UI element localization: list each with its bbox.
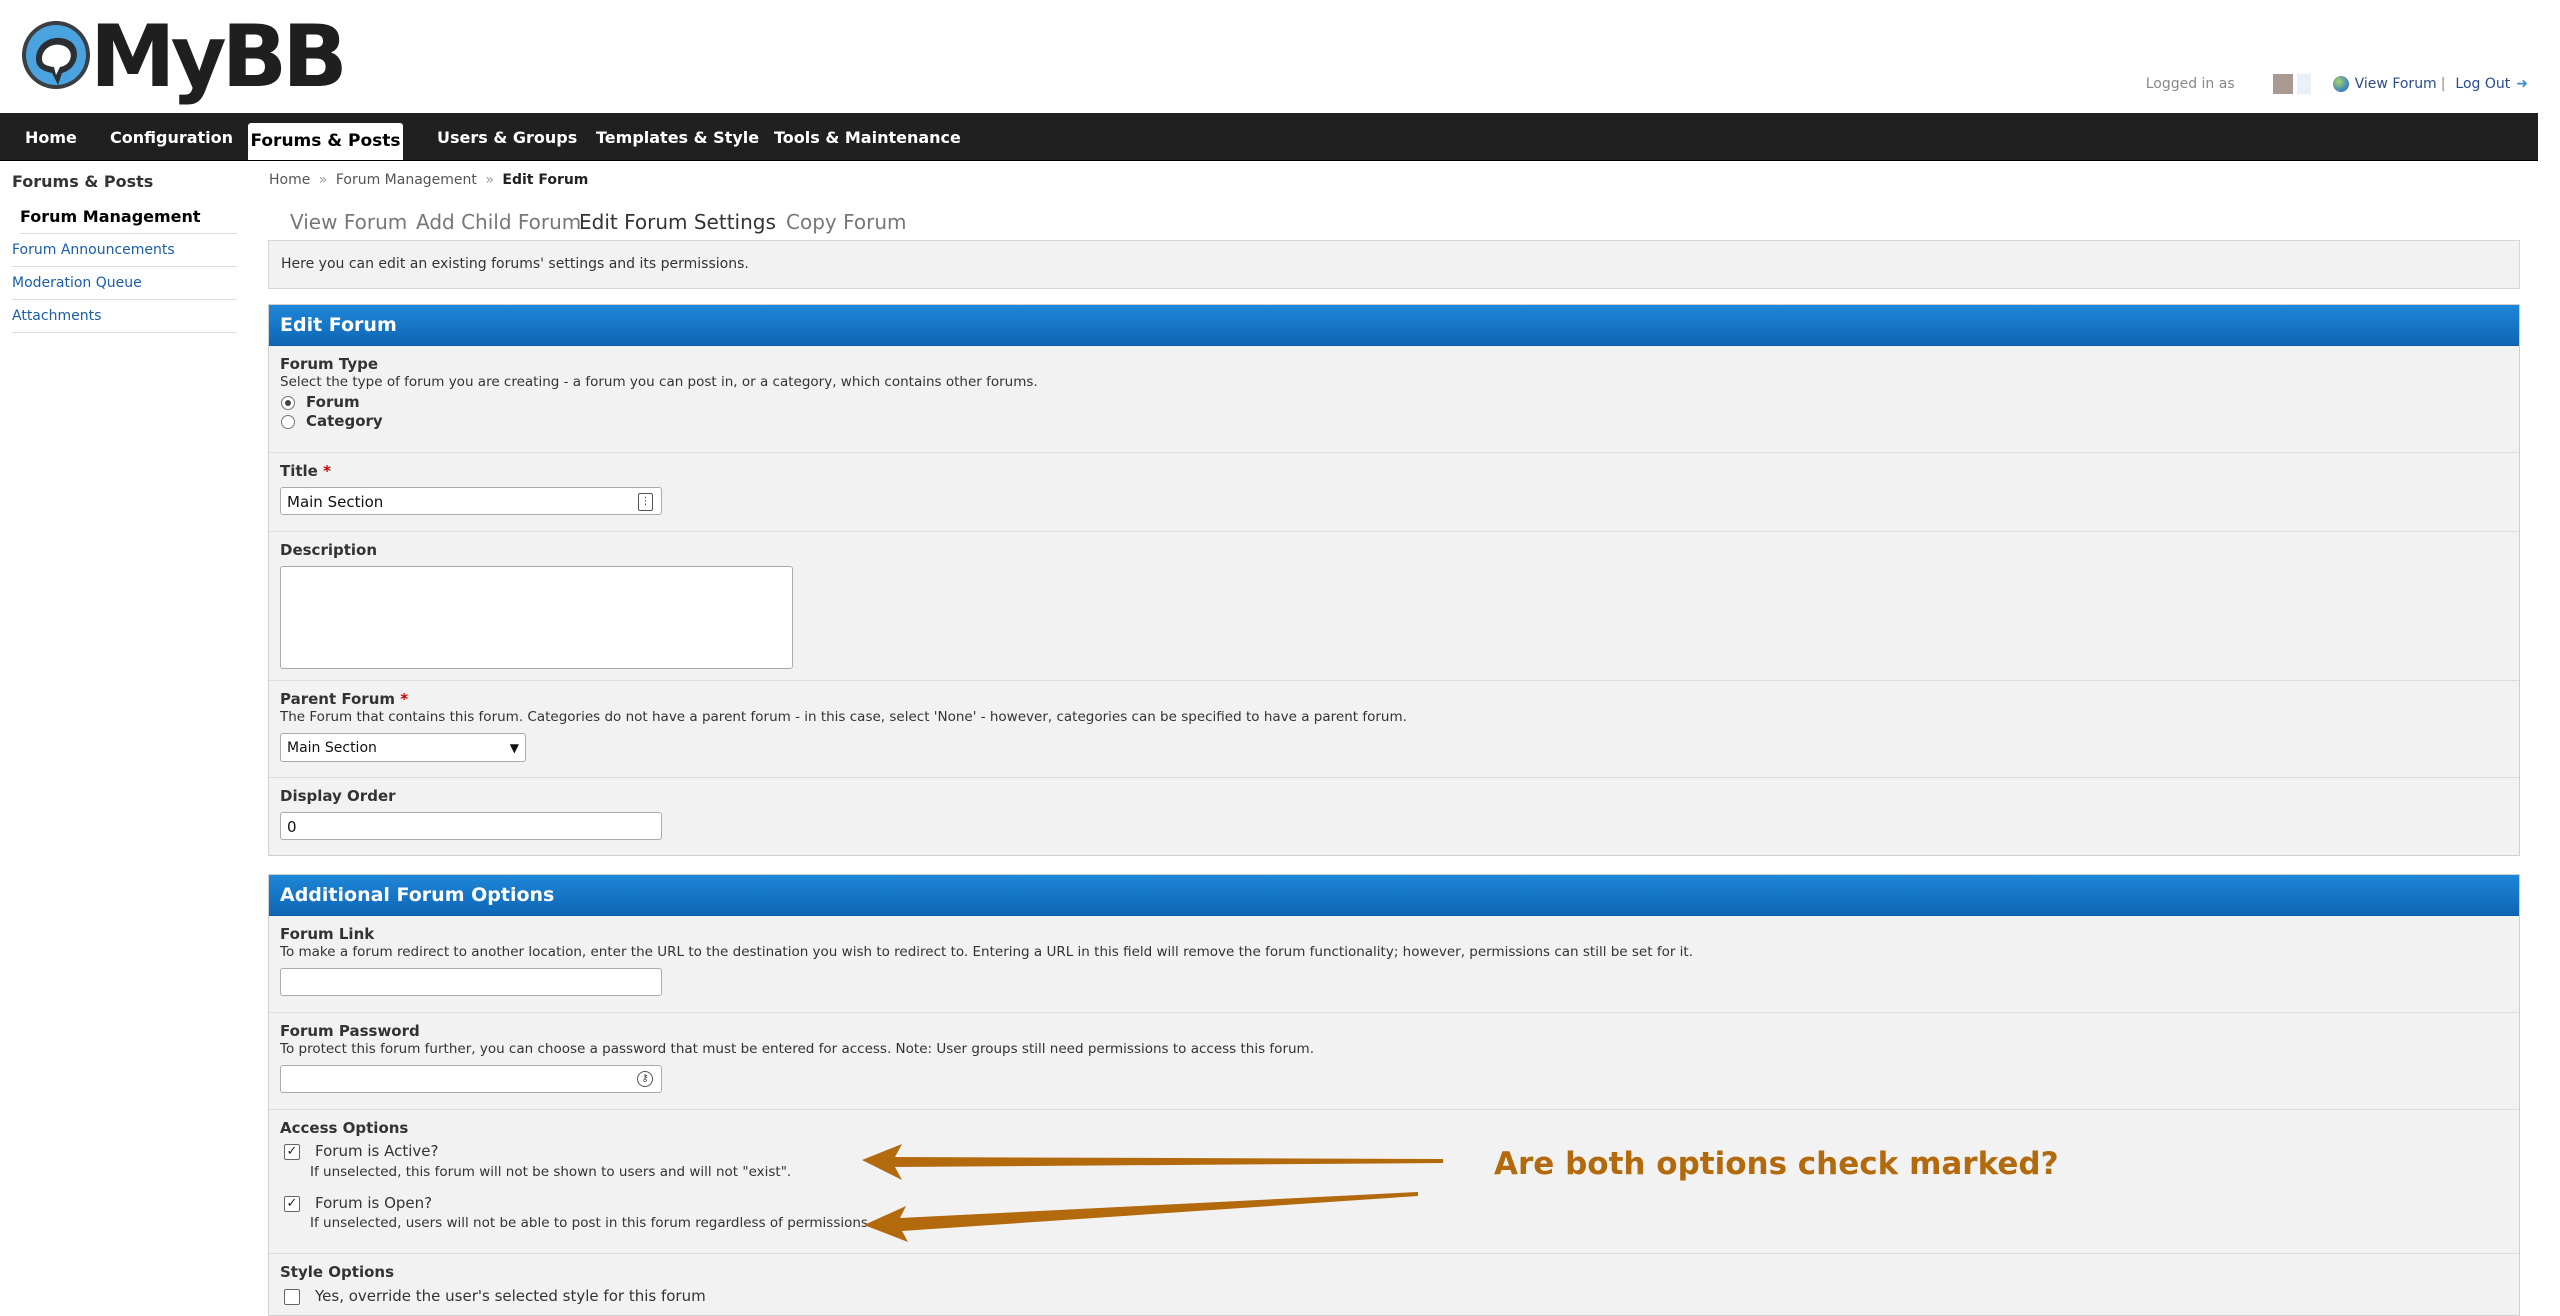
arrow-to-open-checkbox — [864, 1192, 1418, 1242]
annotation-arrows — [862, 1144, 1443, 1242]
annotation-question: Are both options check marked? — [1494, 1146, 2059, 1182]
arrow-to-active-checkbox — [862, 1144, 1443, 1180]
